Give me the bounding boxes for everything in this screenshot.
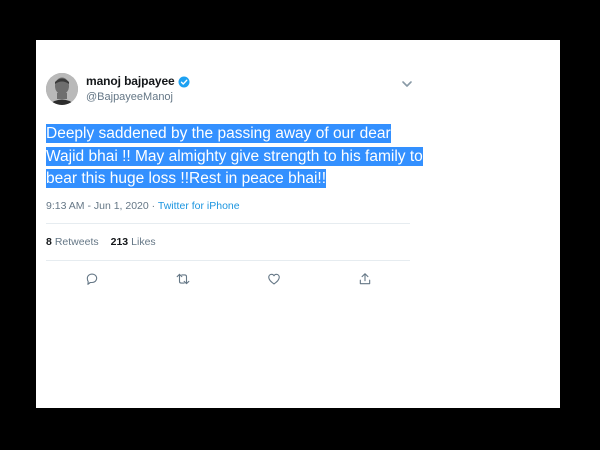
likes-label: Likes [131,236,156,248]
likes-count: 213 [110,236,129,248]
avatar[interactable] [46,73,78,105]
tweet-meta: 9:13 AM - Jun 1, 2020 · Twitter for iPho… [46,200,240,212]
retweets-count: 8 [46,236,52,248]
source-link[interactable]: Twitter for iPhone [158,200,240,212]
heart-icon[interactable] [267,272,281,286]
chevron-down-icon[interactable] [400,76,414,87]
author-name-line: manoj bajpayee [86,74,190,88]
tweet-text: Deeply saddened by the passing away of o… [46,123,426,191]
retweet-icon[interactable] [176,272,190,286]
tweet-stats: 8 Retweets 213 Likes [46,236,156,248]
retweets-stat[interactable]: 8 Retweets [46,236,99,248]
tweet-card: manoj bajpayee @BajpayeeManoj Deeply sad… [36,40,560,408]
divider [46,223,410,224]
divider [46,260,410,261]
tweet-text-line: Deeply saddened by the passing away of o… [46,124,391,143]
share-icon[interactable] [358,272,372,286]
reply-icon[interactable] [85,272,99,286]
verified-badge-icon [178,75,190,88]
likes-stat[interactable]: 213 Likes [111,236,156,248]
action-bar [36,272,560,288]
tweet-text-line: bear this huge loss !!Rest in peace bhai… [46,169,327,188]
retweets-label: Retweets [54,236,99,248]
tweet-text-line: Wajid bhai !! May almighty give strength… [46,146,423,166]
display-name[interactable]: manoj bajpayee [86,74,175,88]
handle[interactable]: @BajpayeeManoj [86,91,173,103]
timestamp[interactable]: 9:13 AM - Jun 1, 2020 · [46,200,158,212]
